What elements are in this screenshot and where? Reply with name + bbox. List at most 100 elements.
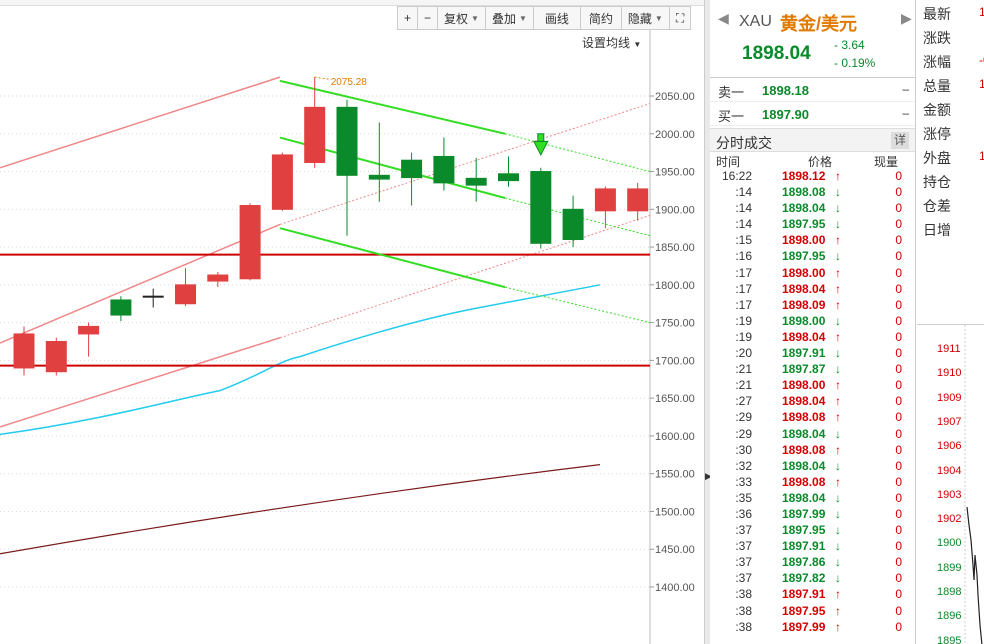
sell-one-row: 卖一 1898.18 – — [710, 78, 915, 102]
stat-label: 日增 — [923, 222, 951, 238]
channel-lower-line — [0, 337, 281, 428]
stat-row: 涨停 — [917, 120, 984, 144]
stat-label: 总量 — [923, 78, 951, 94]
candle-body — [110, 299, 132, 316]
tick-volume: 0 — [895, 458, 902, 473]
tick-volume: 0 — [895, 426, 902, 441]
tick-time: :19 — [735, 313, 752, 328]
candle-body — [13, 333, 35, 369]
kline-chart-panel[interactable]: 2050.00 2000.00 1950.00 1900.00 1850.00 1800.… — [0, 0, 705, 644]
mini-chart-tick-label: 1896 — [937, 610, 962, 623]
tick-row: :33 1898.08 ↑ 0 — [710, 474, 915, 490]
tick-time: :32 — [735, 458, 752, 473]
stats-panel: 最新18涨跌涨幅-0总量1金额涨停外盘1持仓仓差日增 1911191019091… — [917, 0, 984, 644]
candle-body — [78, 325, 100, 335]
arrow-up-icon: ↑ — [835, 297, 841, 312]
tick-time: :17 — [735, 297, 752, 312]
tick-price: 1898.04 — [782, 281, 826, 296]
candle-body — [368, 174, 390, 180]
tick-price: 1898.00 — [782, 313, 826, 328]
tick-price: 1898.08 — [782, 185, 826, 200]
simple-mode-button[interactable]: 简约 — [579, 6, 622, 30]
tick-trades-header: 分时成交 详 — [710, 128, 915, 152]
arrow-up-icon: ↑ — [835, 603, 841, 618]
next-symbol-icon[interactable]: ▶ — [901, 10, 912, 27]
tick-row: :37 1897.91 ↓ 0 — [710, 538, 915, 554]
tick-price: 1897.95 — [782, 603, 826, 618]
overlay-dropdown[interactable]: 叠加 ▼ — [484, 6, 534, 30]
tick-price: 1898.04 — [782, 426, 826, 441]
tick-time: :33 — [735, 474, 752, 489]
candle-body — [304, 106, 326, 163]
tick-time: :38 — [735, 587, 752, 602]
arrow-down-icon: ↓ — [835, 426, 841, 441]
tick-row: :37 1897.86 ↓ 0 — [710, 554, 915, 570]
ma-setting-dropdown[interactable]: 设置均线 ▼ — [582, 34, 641, 51]
tick-row: :19 1898.00 ↓ 0 — [710, 313, 915, 329]
tick-row: 16:22 1898.12 ↑ 0 — [710, 168, 915, 184]
tick-time: :17 — [735, 281, 752, 296]
stat-label: 涨停 — [923, 126, 951, 142]
arrow-up-icon: ↑ — [835, 587, 841, 602]
y-tick-label: 1650.00 — [655, 393, 695, 405]
tick-row: :21 1898.00 ↑ 0 — [710, 377, 915, 393]
draw-line-button[interactable]: 画线 — [532, 6, 581, 30]
stat-label: 涨跌 — [923, 30, 951, 46]
tick-time: :19 — [735, 329, 752, 344]
stat-row: 最新 18 — [917, 0, 984, 24]
y-tick-label: 1900.00 — [655, 204, 695, 216]
mini-intraday-chart[interactable]: 1911 1910 1909 1907 1906 1904 1903 1902 1900 1899… — [917, 324, 984, 644]
zoom-in-button[interactable]: + — [397, 6, 419, 30]
candle-body — [594, 188, 616, 212]
mini-chart-tick-label: 1911 — [937, 343, 961, 355]
tick-price: 1897.99 — [782, 506, 826, 521]
candle-body — [239, 205, 261, 280]
tick-row: :17 1898.09 ↑ 0 — [710, 297, 915, 313]
channel-middle-extension — [279, 103, 651, 225]
green-channel-lower-ext — [504, 286, 651, 324]
app-window: 2050.00 2000.00 1950.00 1900.00 1850.00 1800.… — [0, 0, 984, 644]
detail-button[interactable]: 详 — [891, 132, 909, 149]
arrow-up-icon: ↑ — [835, 378, 841, 393]
candle-body — [142, 295, 164, 298]
zoom-out-button[interactable]: − — [417, 6, 439, 30]
tick-row: :30 1898.08 ↑ 0 — [710, 442, 915, 458]
tick-volume: 0 — [895, 378, 902, 393]
candle-body — [401, 159, 423, 179]
tick-time: :17 — [735, 265, 752, 280]
mini-chart-tick-label: 1907 — [937, 415, 962, 428]
hide-dropdown[interactable]: 隐藏 ▼ — [620, 6, 670, 30]
y-tick-label: 1450.00 — [655, 544, 695, 556]
signal-arrow-icon — [532, 140, 549, 157]
mini-chart-tick-label: 1909 — [937, 391, 962, 404]
tick-time: 16:22 — [721, 169, 752, 183]
y-tick-label: 1550.00 — [655, 469, 695, 481]
tick-price: 1898.04 — [782, 394, 826, 409]
arrow-down-icon: ↓ — [835, 458, 841, 473]
tick-row: :27 1898.04 ↑ 0 — [710, 393, 915, 409]
stat-value: 18 — [979, 5, 984, 19]
tick-time: :14 — [735, 217, 752, 232]
tick-price: 1898.08 — [782, 474, 826, 489]
tick-row: :37 1897.82 ↓ 0 — [710, 570, 915, 586]
sell-one-volume: – — [902, 82, 909, 96]
candle-body — [627, 188, 649, 212]
kline-chart[interactable]: 2050.00 2000.00 1950.00 1900.00 1850.00 1800.… — [0, 0, 705, 644]
chevron-down-icon: ▼ — [654, 13, 663, 23]
fullscreen-button[interactable]: ⛶ — [668, 6, 692, 30]
tick-list[interactable]: 16:22 1898.12 ↑ 0:14 1898.08 ↓ 0:14 1898.04 ↓ 0:1… — [710, 168, 915, 635]
y-tick-label: 1700.00 — [655, 355, 695, 367]
restore-rights-dropdown[interactable]: 复权 ▼ — [437, 6, 486, 30]
tick-row: :19 1898.04 ↑ 0 — [710, 329, 915, 345]
arrow-up-icon: ↑ — [835, 329, 841, 344]
prev-symbol-icon[interactable]: ◀ — [718, 10, 729, 27]
tick-time: :37 — [735, 523, 752, 538]
channel-upper-line — [0, 76, 281, 169]
stat-row: 涨跌 — [917, 24, 984, 48]
mini-chart-tick-label: 1899 — [937, 561, 962, 574]
tick-row: :37 1897.95 ↓ 0 — [710, 522, 915, 538]
tick-price: 1898.04 — [782, 458, 826, 473]
tick-volume: 0 — [895, 571, 902, 586]
chart-toolbar: + − 复权 ▼ 叠加 ▼ 画线 简约 隐藏 ▼ ⛶ — [397, 6, 692, 30]
arrow-down-icon: ↓ — [835, 217, 841, 232]
